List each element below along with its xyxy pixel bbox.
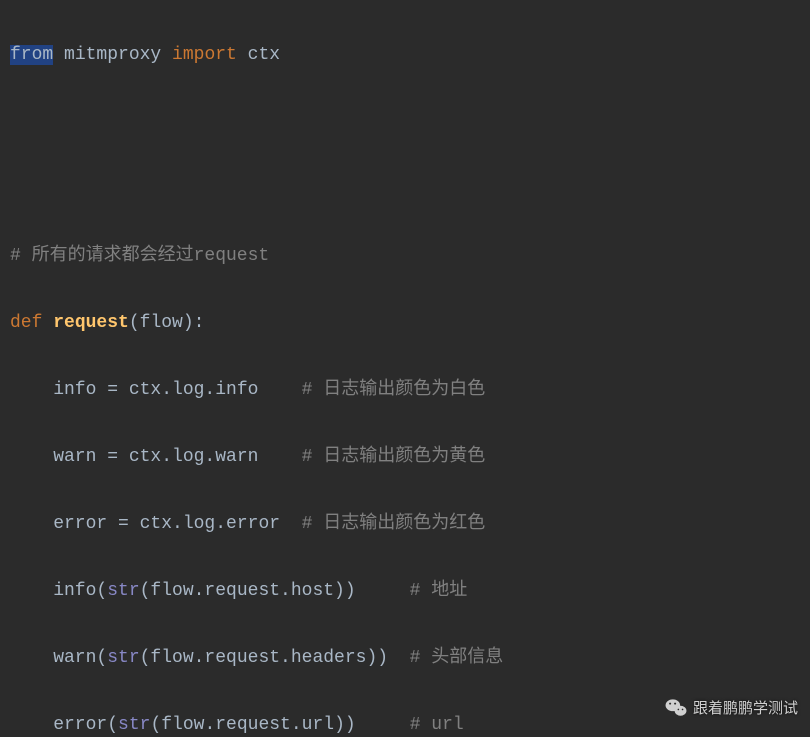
code-line: from mitmproxy import ctx [10,39,810,73]
comment: # 所有的请求都会经过request [10,246,269,266]
wechat-icon [665,698,687,718]
keyword-from: from [10,45,53,65]
code-editor[interactable]: from mitmproxy import ctx # 所有的请求都会经过req… [0,0,810,737]
code-line: # 所有的请求都会经过request [10,240,810,274]
watermark-text: 跟着鹏鹏学测试 [693,692,798,726]
comment: # 日志输出颜色为红色 [302,514,486,534]
watermark: 跟着鹏鹏学测试 [665,692,798,726]
code-line: error = ctx.log.error # 日志输出颜色为红色 [10,508,810,542]
code-line: info = ctx.log.info # 日志输出颜色为白色 [10,374,810,408]
comment: # url [410,715,464,735]
comment: # 头部信息 [410,648,504,668]
code-line [10,106,810,140]
code-line [10,173,810,207]
function-name: request [53,313,129,333]
comment: # 地址 [410,581,468,601]
builtin-str: str [118,715,150,735]
code-line: warn(str(flow.request.headers)) # 头部信息 [10,642,810,676]
builtin-str: str [107,648,139,668]
comment: # 日志输出颜色为白色 [302,380,486,400]
code-line: info(str(flow.request.host)) # 地址 [10,575,810,609]
code-line: def request(flow): [10,307,810,341]
code-line: warn = ctx.log.warn # 日志输出颜色为黄色 [10,441,810,475]
builtin-str: str [107,581,139,601]
comment: # 日志输出颜色为黄色 [302,447,486,467]
keyword-def: def [10,313,53,333]
keyword-import: import [172,45,237,65]
